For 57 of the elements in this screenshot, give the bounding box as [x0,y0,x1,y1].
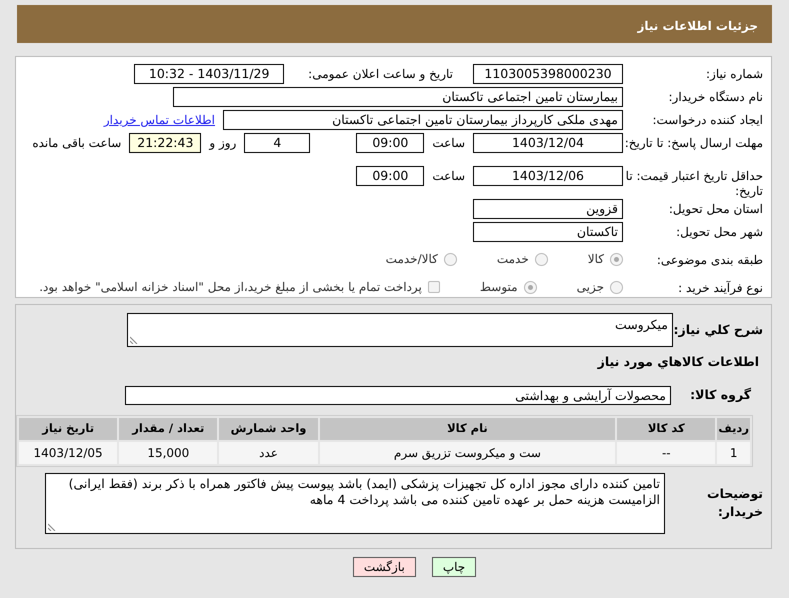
option-label: متوسط [480,279,518,296]
table-cell: -- [617,442,716,464]
field-label: روز و [209,135,236,152]
field-label: ساعت [432,168,465,185]
option-label: کالا/خدمت [386,251,438,268]
input-field: قزوین [473,199,623,219]
input-field: مهدی ملکی کارپرداز بیمارستان تامین اجتماعی تاکستان [223,110,623,130]
table-cell: 1 [717,442,750,464]
section-heading: اطلاعات كالاهاي مورد نياز [596,353,759,371]
input-field: 1403/12/04 [473,133,623,153]
option-label: پرداخت تمام یا بخشی از مبلغ خرید،از محل "اسناد خزانه اسلامی" خواهد بود. [39,279,422,296]
field-label: شهر محل تحویل: [675,224,763,240]
countdown-field: 21:22:43 [129,133,202,153]
field-label: ساعت [432,135,465,152]
input-field: 1403/11/29 - 10:32 [134,64,284,84]
notes-textarea[interactable]: تامین کننده دارای مجوز اداره کل تجهیزات پزشکی (ایمد) باشد پیوست پیش فاکتور همراه با ذکر برند (فقط ایرانی) الزامیست هزینه حمل بر عهده تامین کننده می باشد پرداخت 4 ماهه [45,472,665,534]
field-label: نوع فرآیند خرید : [677,280,763,296]
back-button[interactable]: بازگشت [352,557,416,577]
table-cell: 15,000 [119,442,218,464]
input-field: تاکستان [473,222,623,242]
column-header: تاریخ نیاز [19,418,118,440]
column-header: ردیف [717,418,750,440]
field-label: شماره نیاز: [705,66,763,82]
page-title: جزئیات اطلاعات نیاز [17,5,772,43]
option-label: خدمت [496,251,529,268]
field-label: حداقل تاریخ اعتبار قیمت: تا تاریخ: [624,168,763,199]
field-label: نام دستگاه خریدار: [668,89,763,105]
field-label: ایجاد کننده درخواست: [651,112,763,128]
table-cell: 1403/12/05 [19,442,118,464]
resize-grip-icon[interactable] [130,336,138,344]
input-field: 1403/12/06 [473,166,623,186]
input-field: محصولات آرایشی و بهداشتی [125,386,671,405]
print-button[interactable]: چاپ [432,557,476,577]
table-cell: ست و میکروست تزریق سرم [320,442,616,464]
input-field: بیمارستان تامین اجتماعی تاکستان [173,87,623,107]
input-field: 09:00 [356,166,424,186]
field-label: ساعت باقی مانده [32,135,122,152]
field-label: گروه کالا: [689,386,751,404]
field-label: تاریخ و ساعت اعلان عمومی: [308,66,453,83]
column-header: واحد شمارش [219,418,318,440]
column-header: تعداد / مقدار [119,418,218,440]
description-textarea[interactable]: میکروست [127,313,673,347]
input-field: 09:00 [356,133,424,153]
field-label: توضیحات خریدار: [706,484,763,522]
field-label: شرح کلي نياز: [673,321,763,339]
table-cell: عدد [219,442,318,464]
option-label: کالا [588,251,604,268]
field-label: استان محل تحویل: [668,201,763,217]
input-field: 4 [244,133,310,153]
field-label: طبقه بندی موضوعی: [656,252,763,268]
resize-grip-icon[interactable] [48,522,56,531]
column-header: کد کالا [617,418,716,440]
option-label: جزیی [576,279,604,296]
column-header: نام کالا [320,418,616,440]
contact-link[interactable]: اطلاعات تماس خریدار [104,111,215,129]
field-label: مهلت ارسال پاسخ: تا تاریخ: [624,135,763,151]
input-field: 1103005398000230 [473,64,623,84]
